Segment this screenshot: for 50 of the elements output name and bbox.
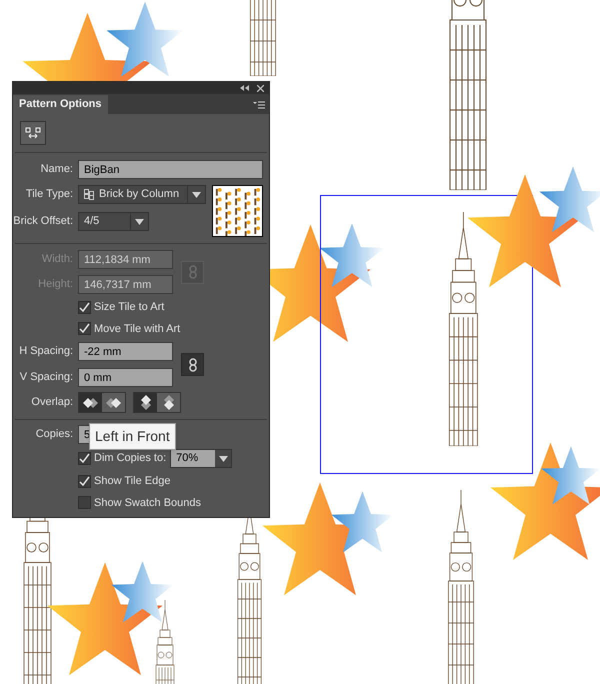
checkbox[interactable] (78, 322, 91, 336)
overlap-diamonds-icon (162, 394, 174, 412)
checkbox-label: Move Tile with Art (94, 322, 180, 336)
overlap-button[interactable] (79, 393, 102, 412)
checkbox[interactable] (78, 474, 91, 488)
tile-type-dropdown[interactable]: Brick by Column (78, 185, 206, 204)
panel-menu-icon[interactable] (253, 101, 265, 109)
link-button[interactable] (181, 353, 204, 376)
brick-column-icon (84, 189, 94, 200)
checkmark-icon (79, 476, 90, 487)
overlap-diamonds-icon (140, 394, 152, 412)
input-field[interactable]: 0 mm (78, 368, 173, 387)
checkbox[interactable] (78, 300, 91, 314)
pattern-preview (212, 185, 263, 237)
dim-copies-dropdown[interactable]: 70% (170, 449, 232, 468)
checkbox[interactable] (78, 452, 91, 465)
field-label: Copies: (34, 427, 73, 442)
input-field[interactable]: -22 mm (78, 342, 173, 361)
checkmark-icon (79, 453, 90, 464)
checkbox-label: Show Swatch Bounds (94, 496, 202, 510)
overlap-diamonds-icon (104, 396, 122, 408)
input-field[interactable]: BigBan (78, 160, 263, 179)
caret-icon (192, 192, 201, 198)
checkmark-icon (79, 302, 90, 313)
tile-tool-button[interactable] (20, 121, 46, 145)
field-label: Overlap: (30, 395, 73, 410)
checkmark-icon (79, 323, 90, 334)
chain-link-icon (188, 265, 196, 279)
checkbox-label: Dim Copies to: (94, 451, 166, 466)
field-label: V Spacing: (18, 370, 73, 386)
tooltip: Left in Front (89, 423, 176, 450)
chain-link-icon (188, 358, 196, 372)
caret-icon (135, 218, 144, 224)
field-label: Brick Offset: (13, 214, 73, 230)
checkbox-label: Show Tile Edge (94, 474, 170, 489)
field-label: Name: (40, 162, 73, 178)
tile-resize-icon (25, 127, 41, 139)
brick-offset-dropdown[interactable]: 4/5 (78, 212, 149, 231)
checkbox[interactable] (78, 496, 91, 510)
close-icon[interactable] (257, 84, 264, 92)
field-label: Tile Type: (24, 187, 73, 202)
overlap-button[interactable] (102, 393, 125, 412)
checkbox-label: Size Tile to Art (94, 300, 164, 315)
panel-tab[interactable]: Pattern Options (13, 95, 108, 114)
overlap-button[interactable] (134, 393, 157, 412)
overlap-diamonds-icon (82, 396, 100, 408)
overlap-button[interactable] (157, 393, 180, 412)
collapse-icon[interactable] (240, 85, 249, 91)
field-label: H Spacing: (18, 344, 73, 360)
caret-icon (218, 456, 228, 462)
